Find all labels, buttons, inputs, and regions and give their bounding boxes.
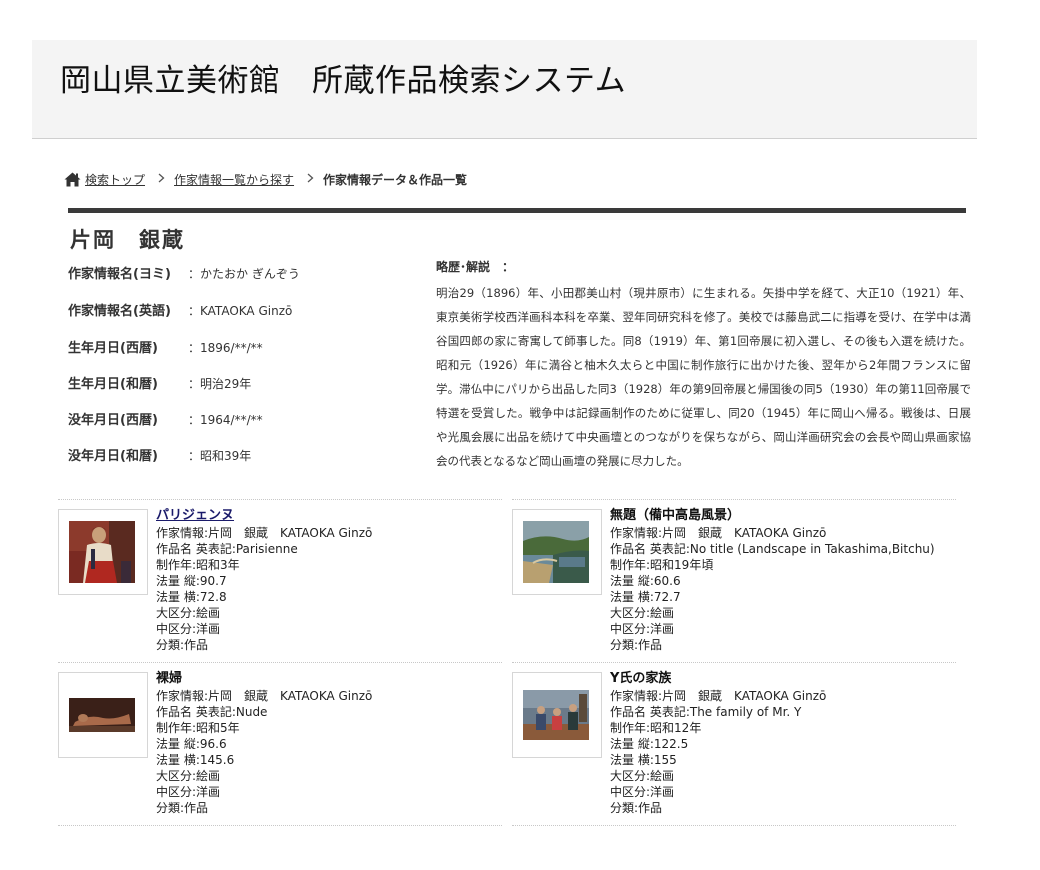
- biography-text: 明治29（1896）年、小田郡美山村（現井原市）に生まれる。矢掛中学を経て、大正…: [436, 286, 971, 468]
- work-major-category: 大区分:絵画: [156, 769, 221, 783]
- work-artist: 作家情報:片岡 銀蔵 KATAOKA Ginzō: [610, 689, 827, 703]
- info-row-english-name: 作家情報名(英語) ：KATAOKA Ginzō: [68, 303, 292, 320]
- info-label: 生年月日(西暦): [68, 341, 158, 356]
- chevron-right-icon: [307, 172, 314, 187]
- work-classification: 分類:作品: [610, 638, 663, 652]
- info-label: 没年月日(和暦): [68, 449, 158, 464]
- info-value: ：昭和39年: [188, 449, 252, 463]
- info-row-birth-western: 生年月日(西暦) ：1896/**/**: [68, 340, 263, 357]
- biography-section: 略歴･解説 ： 明治29（1896）年、小田郡美山村（現井原市）に生まれる。矢掛…: [436, 258, 971, 473]
- work-width: 法量 横:72.8: [156, 590, 227, 604]
- info-value: ：KATAOKA Ginzō: [188, 304, 293, 318]
- work-mid-category: 中区分:洋画: [610, 622, 675, 636]
- work-item: Y氏の家族 作家情報:片岡 銀蔵 KATAOKA Ginzō 作品名 英表記:T…: [512, 662, 956, 826]
- info-row-birth-japanese: 生年月日(和暦) ：明治29年: [68, 376, 251, 393]
- info-value: ：明治29年: [188, 377, 252, 391]
- work-year: 制作年:昭和3年: [156, 558, 240, 572]
- work-thumbnail[interactable]: [512, 509, 602, 595]
- info-value: ：かたおか ぎんぞう: [188, 267, 300, 281]
- work-classification: 分類:作品: [156, 638, 209, 652]
- info-value: ：1964/**/**: [188, 413, 263, 427]
- work-width: 法量 横:72.7: [610, 590, 681, 604]
- work-major-category: 大区分:絵画: [156, 606, 221, 620]
- section-divider: [68, 208, 966, 213]
- info-label: 作家情報名(ヨミ): [68, 267, 171, 282]
- artist-name: 片岡 銀蔵: [70, 228, 185, 252]
- site-header: 岡山県立美術館 所蔵作品検索システム: [32, 40, 977, 139]
- work-thumbnail[interactable]: [58, 672, 148, 758]
- work-major-category: 大区分:絵画: [610, 606, 675, 620]
- info-row-reading: 作家情報名(ヨミ) ：かたおか ぎんぞう: [68, 266, 300, 283]
- work-thumbnail[interactable]: [512, 672, 602, 758]
- work-title-link[interactable]: パリジェンヌ: [156, 508, 234, 523]
- work-width: 法量 横:145.6: [156, 753, 235, 767]
- work-artist: 作家情報:片岡 銀蔵 KATAOKA Ginzō: [610, 526, 827, 540]
- painting-image-nude[interactable]: [69, 684, 135, 746]
- info-label: 作家情報名(英語): [68, 304, 171, 319]
- work-mid-category: 中区分:洋画: [610, 785, 675, 799]
- work-title[interactable]: 無題（備中高島風景）: [610, 507, 935, 524]
- work-height: 法量 縦:90.7: [156, 574, 227, 588]
- work-major-category: 大区分:絵画: [610, 769, 675, 783]
- work-width: 法量 横:155: [610, 753, 677, 767]
- work-english-title: 作品名 英表記:Nude: [156, 705, 268, 719]
- work-item: 裸婦 作家情報:片岡 銀蔵 KATAOKA Ginzō 作品名 英表記:Nude…: [58, 662, 502, 826]
- work-item: 無題（備中高島風景） 作家情報:片岡 銀蔵 KATAOKA Ginzō 作品名 …: [512, 499, 956, 662]
- info-value: ：1896/**/**: [188, 341, 263, 355]
- info-row-death-japanese: 没年月日(和暦) ：昭和39年: [68, 448, 251, 465]
- work-year: 制作年:昭和12年: [610, 721, 702, 735]
- site-title: 岡山県立美術館 所蔵作品検索システム: [60, 63, 627, 99]
- work-height: 法量 縦:122.5: [610, 737, 689, 751]
- work-item: パリジェンヌ 作家情報:片岡 銀蔵 KATAOKA Ginzō 作品名 英表記:…: [58, 499, 502, 662]
- work-mid-category: 中区分:洋画: [156, 785, 221, 799]
- info-row-death-western: 没年月日(西暦) ：1964/**/**: [68, 412, 263, 429]
- biography-title: 略歴･解説 ：: [436, 260, 515, 274]
- chevron-right-icon: [158, 172, 165, 187]
- work-height: 法量 縦:60.6: [610, 574, 681, 588]
- work-year: 制作年:昭和5年: [156, 721, 240, 735]
- painting-image-family[interactable]: [523, 684, 589, 746]
- work-title[interactable]: 裸婦: [156, 670, 372, 687]
- work-english-title: 作品名 英表記:No title (Landscape in Takashima…: [610, 542, 935, 556]
- work-details: Y氏の家族 作家情報:片岡 銀蔵 KATAOKA Ginzō 作品名 英表記:T…: [610, 670, 826, 816]
- work-details: 裸婦 作家情報:片岡 銀蔵 KATAOKA Ginzō 作品名 英表記:Nude…: [156, 670, 372, 816]
- home-icon[interactable]: [64, 172, 81, 187]
- work-artist: 作家情報:片岡 銀蔵 KATAOKA Ginzō: [156, 689, 373, 703]
- work-height: 法量 縦:96.6: [156, 737, 227, 751]
- info-label: 没年月日(西暦): [68, 413, 158, 428]
- work-english-title: 作品名 英表記:Parisienne: [156, 542, 298, 556]
- work-title[interactable]: Y氏の家族: [610, 670, 826, 687]
- work-classification: 分類:作品: [156, 801, 209, 815]
- work-details: 無題（備中高島風景） 作家情報:片岡 銀蔵 KATAOKA Ginzō 作品名 …: [610, 507, 935, 653]
- painting-image-landscape[interactable]: [523, 521, 589, 583]
- breadcrumb-home-link[interactable]: 検索トップ: [85, 171, 145, 188]
- work-mid-category: 中区分:洋画: [156, 622, 221, 636]
- painting-image-parisienne[interactable]: [69, 521, 135, 583]
- work-details: パリジェンヌ 作家情報:片岡 銀蔵 KATAOKA Ginzō 作品名 英表記:…: [156, 507, 372, 653]
- breadcrumb-current: 作家情報データ＆作品一覧: [323, 173, 468, 187]
- work-title: パリジェンヌ: [156, 507, 372, 524]
- work-english-title: 作品名 英表記:The family of Mr. Y: [610, 705, 802, 719]
- work-year: 制作年:昭和19年頃: [610, 558, 714, 572]
- work-classification: 分類:作品: [610, 801, 663, 815]
- info-label: 生年月日(和暦): [68, 377, 158, 392]
- breadcrumb: 検索トップ 作家情報一覧から探す 作家情報データ＆作品一覧: [64, 171, 467, 188]
- work-artist: 作家情報:片岡 銀蔵 KATAOKA Ginzō: [156, 526, 373, 540]
- breadcrumb-artist-list-link[interactable]: 作家情報一覧から探す: [174, 171, 294, 188]
- work-thumbnail[interactable]: [58, 509, 148, 595]
